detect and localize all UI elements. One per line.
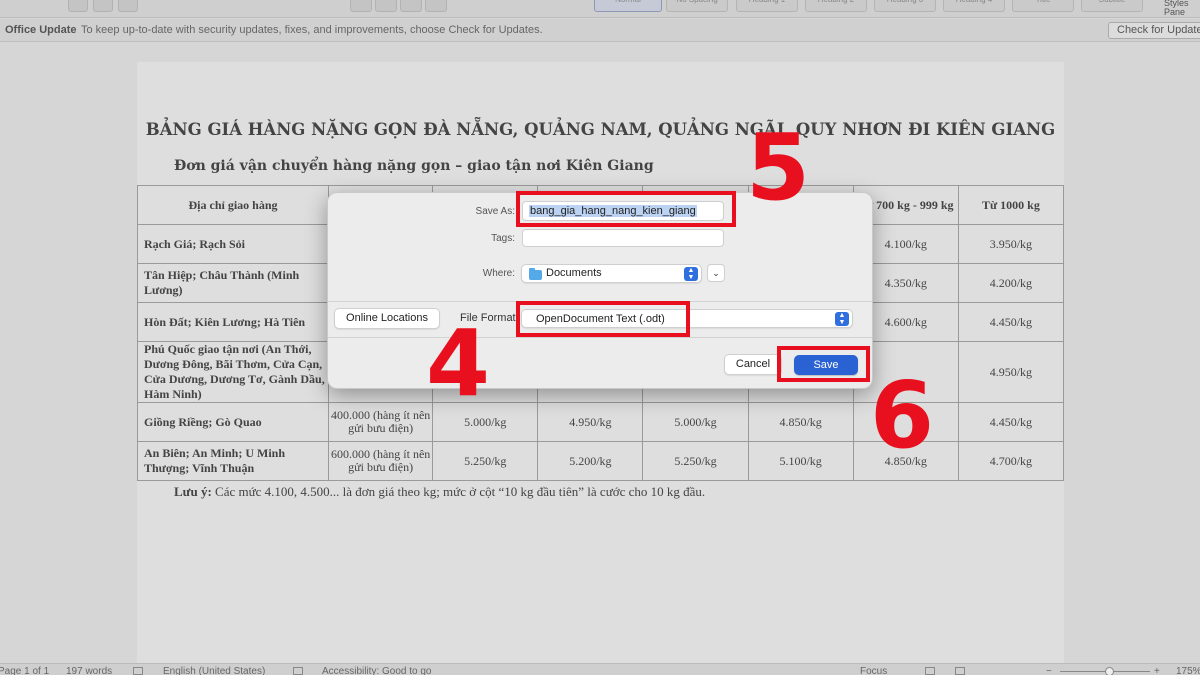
bold-button[interactable] <box>68 0 88 12</box>
highlight-save-box <box>777 346 870 382</box>
highlight-filename-box <box>516 191 736 227</box>
web-layout-icon[interactable] <box>955 667 965 675</box>
expand-dialog-button[interactable]: ⌄ <box>707 264 725 282</box>
justify-button[interactable] <box>425 0 447 12</box>
step-number-6: 6 <box>870 362 935 469</box>
language[interactable]: English (United States) <box>163 666 265 675</box>
style-title[interactable]: Title <box>1012 0 1074 12</box>
style-heading-4[interactable]: Heading 4 <box>943 0 1005 12</box>
table-cell: 600.000 (hàng ít nên gửi bưu điện) <box>328 441 434 481</box>
folder-icon <box>529 268 542 280</box>
zoom-level[interactable]: 175% <box>1176 666 1200 675</box>
save-as-label: Save As: <box>475 206 515 217</box>
divider <box>328 337 872 338</box>
document-note: Lưu ý: Các mức 4.100, 4.500... là đơn gi… <box>174 484 705 500</box>
align-center-button[interactable] <box>375 0 397 12</box>
style-heading-3[interactable]: Heading 3 <box>874 0 936 12</box>
step-number-5: 5 <box>746 114 811 221</box>
table-cell: 5.000/kg <box>642 402 749 442</box>
tags-field[interactable] <box>522 229 724 247</box>
table-header: Địa chỉ giao hàng <box>136 185 330 225</box>
table-cell: 4.200/kg <box>957 263 1065 303</box>
table-cell-address: Phú Quốc giao tận nơi (An Thới, Dương Đô… <box>136 341 330 403</box>
updown-chevron-icon: ▲ ▼ <box>684 267 698 281</box>
styles-pane-button[interactable]: Styles Pane <box>1164 0 1194 17</box>
style-subtitle[interactable]: Subtitle <box>1081 0 1143 12</box>
zoom-slider-thumb[interactable] <box>1105 667 1114 675</box>
table-cell: 4.450/kg <box>957 302 1065 342</box>
table-cell-address: Giồng Riềng; Gò Quao <box>136 402 330 442</box>
ribbon-toolbar: Normal No Spacing Heading 1 Heading 2 He… <box>0 0 1200 18</box>
style-heading-2[interactable]: Heading 2 <box>805 0 867 12</box>
chevron-down-icon: ⌄ <box>712 268 720 278</box>
update-bar-message: To keep up-to-date with security updates… <box>81 24 543 36</box>
zoom-in-button[interactable]: + <box>1154 666 1160 675</box>
updown-chevron-icon: ▲ ▼ <box>835 312 849 326</box>
cancel-button[interactable]: Cancel <box>724 354 782 375</box>
table-cell: 4.850/kg <box>747 402 854 442</box>
table-cell: 5.100/kg <box>747 441 854 481</box>
proofing-icon[interactable] <box>133 667 143 675</box>
highlight-format-box <box>516 301 690 337</box>
table-cell-address: An Biên; An Minh; U Minh Thượng; Vĩnh Th… <box>136 441 330 481</box>
print-layout-icon[interactable] <box>925 667 935 675</box>
document-subtitle: Đơn giá vận chuyển hàng nặng gọn – giao … <box>174 158 654 174</box>
table-cell: 5.250/kg <box>432 441 539 481</box>
where-dropdown[interactable]: Documents ▲ ▼ <box>521 264 702 283</box>
style-no-spacing[interactable]: No Spacing <box>666 0 728 12</box>
underline-button[interactable] <box>118 0 138 12</box>
page-count[interactable]: Page 1 of 1 <box>0 666 49 675</box>
table-cell: 3.950/kg <box>957 224 1065 264</box>
align-right-button[interactable] <box>400 0 422 12</box>
style-heading-1[interactable]: Heading 1 <box>736 0 798 12</box>
italic-button[interactable] <box>93 0 113 12</box>
table-cell: 5.200/kg <box>537 441 644 481</box>
table-cell: 5.250/kg <box>642 441 749 481</box>
table-cell: 4.450/kg <box>957 402 1065 442</box>
zoom-out-button[interactable]: − <box>1046 666 1052 675</box>
note-label: Lưu ý: <box>174 484 212 499</box>
tags-label: Tags: <box>491 233 515 244</box>
table-cell-address: Tân Hiệp; Châu Thành (Minh Lương) <box>136 263 330 303</box>
where-value: Documents <box>546 267 602 279</box>
where-label: Where: <box>482 268 515 279</box>
online-locations-button[interactable]: Online Locations <box>334 308 440 329</box>
table-cell-address: Rạch Giá; Rạch Sỏi <box>136 224 330 264</box>
track-changes-icon[interactable] <box>293 667 303 675</box>
table-cell-address: Hòn Đất; Kiên Lương; Hà Tiên <box>136 302 330 342</box>
check-for-updates-button[interactable]: Check for Updates <box>1108 22 1200 39</box>
align-left-button[interactable] <box>350 0 372 12</box>
document-title: BẢNG GIÁ HÀNG NẶNG GỌN ĐÀ NẴNG, QUẢNG NA… <box>145 120 1056 139</box>
step-number-4: 4 <box>426 310 491 417</box>
table-cell: 4.950/kg <box>957 341 1065 403</box>
status-bar: Page 1 of 1 197 words English (United St… <box>0 663 1200 675</box>
office-update-bar: Office Update To keep up-to-date with se… <box>0 19 1200 42</box>
table-cell: 4.950/kg <box>537 402 644 442</box>
update-bar-title: Office Update <box>5 24 77 36</box>
focus-mode[interactable]: Focus <box>860 666 887 675</box>
note-text: Các mức 4.100, 4.500... là đơn giá theo … <box>211 484 706 499</box>
table-cell: 400.000 (hàng ít nên gửi bưu điện) <box>328 402 434 442</box>
style-normal[interactable]: Normal <box>594 0 662 12</box>
table-cell: 4.700/kg <box>957 441 1065 481</box>
table-header: Từ 1000 kg <box>957 185 1065 225</box>
accessibility-status[interactable]: Accessibility: Good to go <box>322 666 432 675</box>
word-count[interactable]: 197 words <box>66 666 112 675</box>
